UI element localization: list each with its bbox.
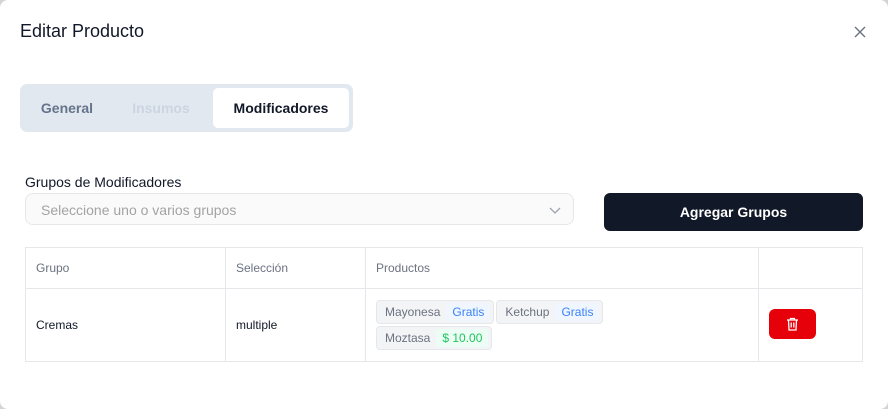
header-productos: Productos xyxy=(365,247,759,289)
product-chip: Ketchup Gratis xyxy=(496,300,604,324)
cell-seleccion: multiple xyxy=(225,288,366,362)
header-actions xyxy=(758,247,863,289)
cell-grupo: Cremas xyxy=(25,288,226,362)
header-grupo: Grupo xyxy=(25,247,226,289)
table-row: Cremas multiple Mayonesa Gratis Ketchup … xyxy=(25,288,863,362)
trash-icon xyxy=(787,317,798,331)
groups-select-placeholder: Seleccione uno o varios grupos xyxy=(41,202,237,218)
groups-label: Grupos de Modificadores xyxy=(25,174,182,190)
product-name: Mayonesa xyxy=(385,305,441,319)
tab-bar: General Insumos Modificadores xyxy=(20,84,353,132)
delete-button[interactable] xyxy=(769,308,816,339)
close-icon[interactable] xyxy=(851,23,869,41)
groups-table: Grupo Selección Productos Cremas multipl… xyxy=(25,247,863,362)
header-seleccion: Selección xyxy=(225,247,366,289)
chevron-down-icon xyxy=(549,207,561,214)
add-groups-button[interactable]: Agregar Grupos xyxy=(604,193,863,231)
groups-select[interactable]: Seleccione uno o varios grupos xyxy=(25,193,574,225)
price-badge: $ 10.00 xyxy=(436,329,489,347)
table-header-row: Grupo Selección Productos xyxy=(25,247,863,289)
tab-insumos[interactable]: Insumos xyxy=(116,88,206,128)
product-chips: Mayonesa Gratis Ketchup Gratis Moztasa $… xyxy=(376,300,758,350)
cell-productos: Mayonesa Gratis Ketchup Gratis Moztasa $… xyxy=(365,288,759,362)
product-name: Moztasa xyxy=(385,331,431,345)
tab-modificadores[interactable]: Modificadores xyxy=(213,88,349,128)
price-badge: Gratis xyxy=(555,303,600,321)
product-chip: Mayonesa Gratis xyxy=(376,300,495,324)
product-chip: Moztasa $ 10.00 xyxy=(376,326,493,350)
edit-product-modal: Editar Producto General Insumos Modifica… xyxy=(0,0,888,409)
tab-general[interactable]: General xyxy=(24,88,110,128)
price-badge: Gratis xyxy=(446,303,491,321)
modal-title: Editar Producto xyxy=(20,21,145,41)
product-name: Ketchup xyxy=(505,305,550,319)
cell-actions xyxy=(758,288,863,362)
